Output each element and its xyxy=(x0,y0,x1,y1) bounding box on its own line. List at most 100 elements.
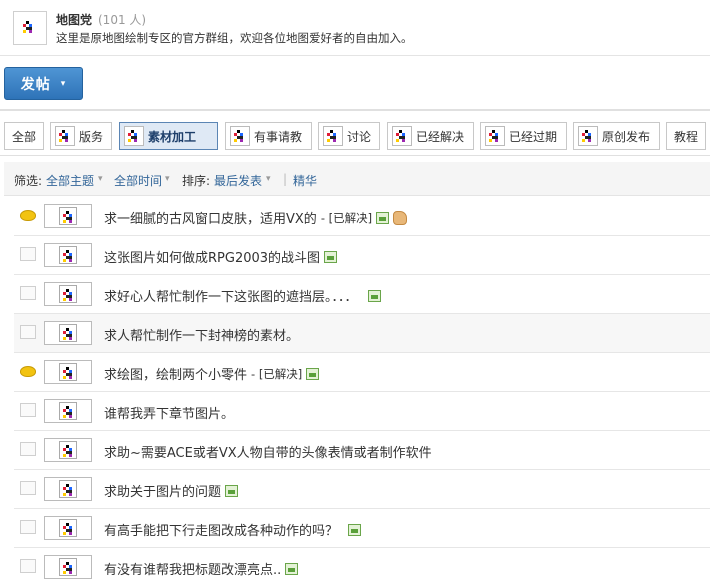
sort-label: 排序: xyxy=(182,174,211,188)
solved-tag: - [已解决] xyxy=(320,210,373,225)
thread-title[interactable]: 有没有谁帮我把标题改漂亮点.. xyxy=(104,559,281,578)
pixel-art-icon xyxy=(63,289,75,301)
image-attachment-icon xyxy=(225,484,239,497)
solved-coin-icon xyxy=(20,366,36,377)
thread-title[interactable]: 这张图片如何做成RPG2003的战斗图 xyxy=(104,247,320,266)
thread-title[interactable]: 求人帮忙制作一下封神榜的素材。 xyxy=(104,325,299,344)
tab-material-processing[interactable]: 素材加工 xyxy=(119,122,218,150)
thread-thumbnail[interactable] xyxy=(44,282,92,306)
tab-label: 已经解决 xyxy=(416,129,465,144)
thread-doc-icon xyxy=(20,520,36,534)
pixel-art-icon xyxy=(63,523,75,535)
thread-thumbnail[interactable] xyxy=(44,516,92,540)
thread-title[interactable]: 谁帮我弄下章节图片。 xyxy=(104,403,234,422)
pixel-thumb-icon xyxy=(124,126,144,146)
tab-tutorial[interactable]: 教程 xyxy=(666,122,706,150)
tab-moderation[interactable]: 版务 xyxy=(50,122,112,150)
thread-doc-icon xyxy=(20,247,36,261)
tab-all[interactable]: 全部 xyxy=(4,122,44,150)
thumbs-up-icon xyxy=(393,210,408,225)
pixel-thumb-icon xyxy=(230,126,250,146)
filter-label: 筛选: xyxy=(14,174,43,188)
time-filter-dropdown[interactable]: 全部时间 xyxy=(114,172,162,189)
pixel-thumb-icon xyxy=(485,126,505,146)
thread-thumbnail[interactable] xyxy=(44,438,92,462)
pixel-thumb-icon xyxy=(323,126,343,146)
group-description: 这里是原地图绘制专区的官方群组，欢迎各位地图爱好者的自由加入。 xyxy=(56,31,413,45)
pixel-art-icon xyxy=(63,250,75,262)
table-row[interactable]: 有没有谁帮我把标题改漂亮点.. xyxy=(14,548,710,583)
pixel-thumb-icon xyxy=(59,480,77,498)
table-row[interactable]: 求助~需要ACE或者VX人物自带的头像表情或者制作软件 xyxy=(14,431,710,470)
pixel-thumb-icon xyxy=(578,126,598,146)
tab-original-release[interactable]: 原创发布 xyxy=(573,122,660,150)
thread-thumbnail[interactable] xyxy=(44,555,92,579)
table-row[interactable]: 这张图片如何做成RPG2003的战斗图 xyxy=(14,236,710,275)
pixel-art-icon xyxy=(63,484,75,496)
group-thumb-icon[interactable] xyxy=(13,11,47,45)
image-attachment-icon xyxy=(285,562,299,575)
thread-thumbnail[interactable] xyxy=(44,321,92,345)
thread-thumbnail[interactable] xyxy=(44,477,92,501)
tab-label: 素材加工 xyxy=(148,129,197,144)
table-row[interactable]: 求助关于图片的问题 xyxy=(14,470,710,509)
sort-dropdown[interactable]: 最后发表 xyxy=(214,172,262,189)
divider xyxy=(0,155,710,156)
chevron-down-icon: ▾ xyxy=(60,78,67,89)
pixel-art-icon xyxy=(63,367,75,379)
pixel-art-icon xyxy=(63,406,75,418)
topic-filter-dropdown[interactable]: 全部主题 xyxy=(46,172,94,189)
pixel-art-icon xyxy=(63,562,75,574)
table-row[interactable]: 求人帮忙制作一下封神榜的素材。 xyxy=(14,314,710,353)
category-tabs: 全部 版务 素材加工 有事请教 讨论 已经解决 已经过期 原创发布 教程 xyxy=(0,122,710,150)
pixel-thumb-icon xyxy=(59,246,77,264)
pixel-art-icon xyxy=(327,130,339,142)
group-header: 地图党 (101 人) 这里是原地图绘制专区的官方群组，欢迎各位地图爱好者的自由… xyxy=(0,0,710,56)
pixel-art-icon xyxy=(63,445,75,457)
tab-ask-question[interactable]: 有事请教 xyxy=(225,122,312,150)
solved-coin-icon xyxy=(20,210,36,221)
table-row[interactable]: 求一细腻的古风窗口皮肤，适用VX的 - [已解决] xyxy=(14,197,710,236)
tab-solved[interactable]: 已经解决 xyxy=(387,122,474,150)
chevron-down-icon[interactable]: ▾ xyxy=(266,174,271,184)
chevron-down-icon[interactable]: ▾ xyxy=(165,174,170,184)
image-attachment-icon xyxy=(324,250,338,263)
image-attachment-icon xyxy=(348,523,362,536)
thread-title[interactable]: 求助~需要ACE或者VX人物自带的头像表情或者制作软件 xyxy=(104,442,432,461)
table-row[interactable]: 谁帮我弄下章节图片。 xyxy=(14,392,710,431)
chevron-down-icon[interactable]: ▾ xyxy=(98,174,103,184)
tab-discussion[interactable]: 讨论 xyxy=(318,122,380,150)
thread-doc-icon xyxy=(20,403,36,417)
table-row[interactable]: 有高手能把下行走图改成各种动作的吗？ xyxy=(14,509,710,548)
group-name[interactable]: 地图党 xyxy=(56,11,92,28)
table-row[interactable]: 求好心人帮忙制作一下这张图的遮挡层。．．． xyxy=(14,275,710,314)
thread-thumbnail[interactable] xyxy=(44,360,92,384)
separator: | xyxy=(283,172,288,186)
thread-title[interactable]: 求助关于图片的问题 xyxy=(104,481,221,500)
solved-tag: - [已解决] xyxy=(251,366,303,381)
tab-expired[interactable]: 已经过期 xyxy=(480,122,567,150)
pixel-art-icon xyxy=(63,211,75,223)
thread-doc-icon xyxy=(20,325,36,339)
pixel-thumb-icon xyxy=(392,126,412,146)
tab-label: 已经过期 xyxy=(509,129,558,144)
tab-label: 讨论 xyxy=(347,129,372,144)
thread-title[interactable]: 有高手能把下行走图改成各种动作的吗？ xyxy=(104,520,338,539)
pixel-thumb-icon xyxy=(59,324,77,342)
thread-thumbnail[interactable] xyxy=(44,204,92,228)
filter-bar: 筛选: 全部主题 ▾ 全部时间 ▾ 排序: 最后发表 ▾ | 精华 xyxy=(4,162,710,196)
pixel-thumb-icon xyxy=(59,285,77,303)
thread-title[interactable]: 求好心人帮忙制作一下这张图的遮挡层。．．． xyxy=(104,286,358,305)
thread-thumbnail[interactable] xyxy=(44,399,92,423)
table-row[interactable]: 求绘图，绘制两个小零件 - [已解决] xyxy=(14,353,710,392)
tab-label: 教程 xyxy=(673,129,698,144)
tab-label: 原创发布 xyxy=(602,129,651,144)
pixel-thumb-icon xyxy=(59,363,77,381)
thread-thumbnail[interactable] xyxy=(44,243,92,267)
post-button[interactable]: 发帖 ▾ xyxy=(4,67,83,100)
pixel-thumb-icon xyxy=(59,558,77,576)
thread-title[interactable]: 求绘图，绘制两个小零件 xyxy=(104,364,247,383)
thread-title[interactable]: 求一细腻的古风窗口皮肤，适用VX的 xyxy=(104,208,317,227)
digest-filter-link[interactable]: 精华 xyxy=(293,172,317,189)
image-attachment-icon xyxy=(376,211,390,224)
